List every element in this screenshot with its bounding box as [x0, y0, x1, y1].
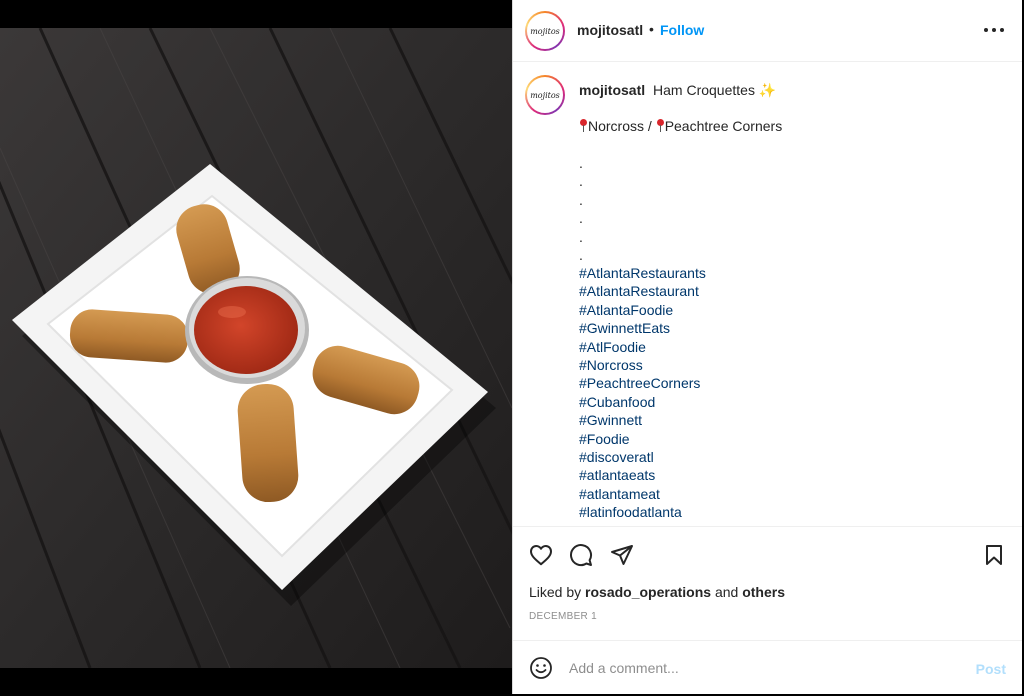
caption-heading: mojitosatl Ham Croquettes ✨	[579, 82, 776, 99]
hashtag-list: #AtlantaRestaurants #AtlantaRestaurant #…	[579, 264, 706, 522]
header-username[interactable]: mojitosatl	[577, 22, 643, 38]
avatar-logo: mojitos	[527, 77, 563, 113]
hashtag-link[interactable]: #AtlFoodie	[579, 338, 706, 356]
hashtag-link[interactable]: #atlantameat	[579, 485, 706, 503]
round-pushpin-icon	[656, 119, 665, 132]
post-photo[interactable]	[0, 0, 512, 696]
round-pushpin-icon	[579, 119, 588, 132]
hashtag-link[interactable]: #PeachtreeCorners	[579, 374, 706, 392]
liked-by-others-link[interactable]: others	[742, 584, 785, 600]
post-date[interactable]: DECEMBER 1	[529, 611, 597, 622]
location-norcross: Norcross	[588, 118, 645, 134]
heart-icon[interactable]	[529, 543, 553, 567]
caption-area[interactable]: mojitos mojitosatl Ham Croquettes ✨ Norc…	[513, 62, 1022, 526]
paper-plane-icon[interactable]	[610, 543, 634, 567]
hashtag-link[interactable]: #Gwinnett	[579, 411, 706, 429]
caption-title: Ham Croquettes	[653, 82, 755, 98]
hashtag-link[interactable]: #discoveratl	[579, 448, 706, 466]
caption-dot: .	[579, 247, 583, 264]
hashtag-link[interactable]: #atlantaeats	[579, 466, 706, 484]
post-header: mojitos mojitosatl • Follow	[513, 0, 1022, 62]
caption-username[interactable]: mojitosatl	[579, 82, 645, 98]
liked-by-user-link[interactable]: rosado_operations	[585, 584, 711, 600]
hashtag-link[interactable]: #AtlantaFoodie	[579, 301, 706, 319]
bookmark-icon[interactable]	[982, 543, 1006, 567]
header-separator: •	[649, 21, 654, 37]
liked-by-and: and	[714, 584, 739, 600]
avatar-logo: mojitos	[527, 13, 563, 49]
hashtag-link[interactable]: #AtlantaRestaurants	[579, 264, 706, 282]
hashtag-link[interactable]: #Norcross	[579, 356, 706, 374]
hashtag-link[interactable]: #GwinnettEats	[579, 319, 706, 337]
comment-input[interactable]	[569, 653, 959, 683]
caption-dot: .	[579, 228, 583, 245]
comment-bubble-icon[interactable]	[569, 543, 593, 567]
hashtag-link[interactable]: #latinfoodatlanta	[579, 503, 706, 521]
post-comment-button[interactable]: Post	[976, 661, 1006, 677]
liked-by-text: Liked by rosado_operations and others	[529, 584, 785, 600]
location-separator: /	[644, 118, 656, 134]
location-peachtree: Peachtree Corners	[664, 118, 783, 134]
hashtag-link[interactable]: #Foodie	[579, 430, 706, 448]
action-bar	[513, 526, 1022, 582]
hashtag-link[interactable]: #AtlantaRestaurant	[579, 282, 706, 300]
follow-button[interactable]: Follow	[660, 22, 704, 38]
liked-by-prefix: Liked by	[529, 584, 582, 600]
avatar[interactable]: mojitos	[525, 11, 565, 51]
hashtag-link[interactable]: #Cubanfood	[579, 393, 706, 411]
post-detail-panel: mojitos mojitosatl • Follow mojitos moji…	[512, 0, 1022, 694]
comment-bar: Post	[513, 640, 1022, 694]
croquettes-image	[0, 28, 512, 668]
avatar[interactable]: mojitos	[525, 75, 565, 115]
caption-dot: .	[579, 210, 583, 227]
more-options-icon[interactable]	[984, 20, 1004, 40]
caption-dot: .	[579, 155, 583, 171]
emoji-smile-icon[interactable]	[529, 656, 553, 680]
sparkles-emoji: ✨	[758, 82, 777, 98]
caption-dot: .	[579, 173, 583, 190]
caption-dot: .	[579, 191, 583, 208]
caption-location: Norcross / Peachtree Corners	[579, 118, 782, 134]
caption-dots: . . . . . .	[579, 154, 583, 264]
